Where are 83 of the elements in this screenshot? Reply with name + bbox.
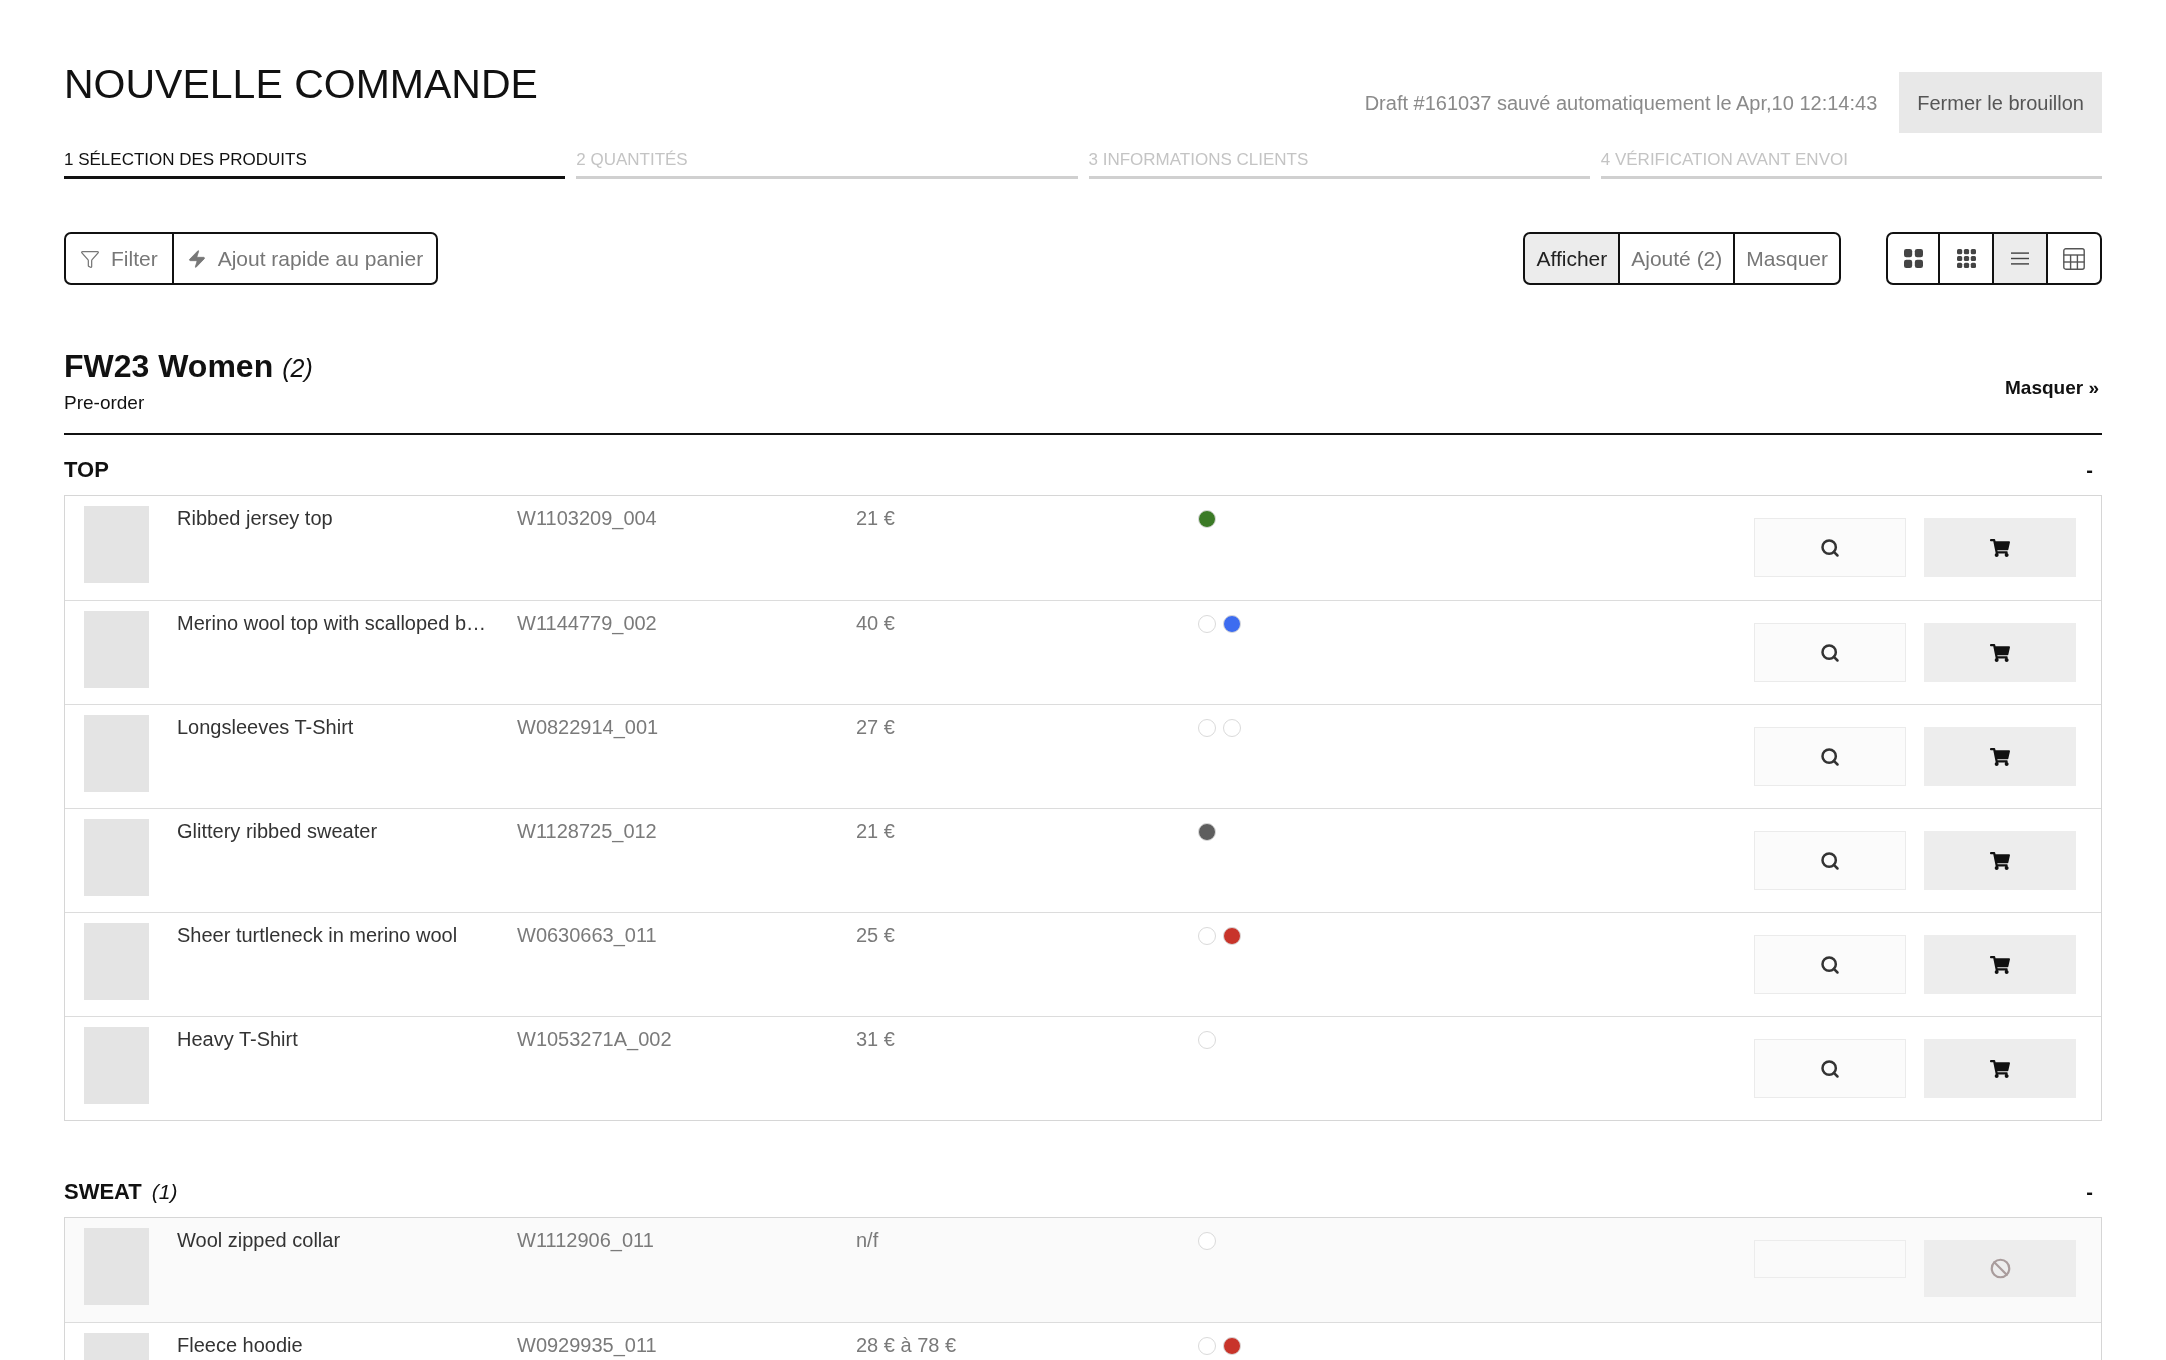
color-swatch-icon[interactable]	[1223, 1337, 1241, 1355]
list-view-button[interactable]	[1994, 232, 2048, 285]
product-price: 27 €	[856, 715, 896, 739]
search-icon	[1820, 537, 1840, 558]
search-icon	[1820, 642, 1840, 663]
cart-icon	[1990, 643, 2010, 662]
product-sku: W1128725_012	[517, 819, 658, 843]
product-name: Fleece hoodie	[177, 1333, 304, 1357]
display-filter-tab[interactable]: Ajouté (2)	[1620, 232, 1736, 285]
search-icon	[1820, 1058, 1840, 1079]
color-swatch-icon[interactable]	[1198, 510, 1216, 528]
product-name: Merino wool top with scalloped b…	[177, 611, 488, 635]
cart-icon	[1990, 538, 2010, 557]
display-filter-tab[interactable]: Afficher	[1523, 232, 1621, 285]
close-draft-button[interactable]: Fermer le brouillon	[1899, 72, 2102, 133]
collapse-toggle[interactable]: -	[2086, 457, 2102, 483]
small-grid-icon	[1956, 249, 1976, 268]
color-swatch-icon[interactable]	[1223, 615, 1241, 633]
table-view-button[interactable]	[2048, 232, 2102, 285]
product-sku: W1103209_004	[517, 506, 658, 530]
table-icon	[2063, 247, 2085, 270]
product-price: 25 €	[856, 923, 896, 947]
large-grid-icon	[1903, 249, 1923, 268]
ban-icon	[1989, 1258, 2011, 1279]
product-sku: W0630663_011	[517, 923, 658, 947]
product-name: Heavy T-Shirt	[177, 1027, 299, 1051]
add-to-cart-button[interactable]	[1924, 623, 2076, 682]
collection-subtitle: Pre-order	[64, 392, 146, 414]
product-price: 31 €	[856, 1027, 896, 1051]
product-sku: W1053271A_002	[517, 1027, 673, 1051]
product-sku: W1112906_011	[517, 1228, 655, 1252]
product-price: 21 €	[856, 506, 896, 530]
add-to-cart-button[interactable]	[1924, 1039, 2076, 1098]
list-icon	[2011, 252, 2029, 265]
search-icon	[1820, 850, 1840, 871]
product-name: Ribbed jersey top	[177, 506, 334, 530]
cart-icon	[1990, 1059, 2010, 1078]
color-swatch-icon[interactable]	[1198, 615, 1216, 633]
add-to-cart-button[interactable]	[1924, 518, 2076, 577]
product-name: Sheer turtleneck in merino wool	[177, 923, 459, 947]
cart-icon	[1990, 955, 2010, 974]
large-grid-view-button[interactable]	[1886, 232, 1940, 285]
draft-status: Draft #161037 sauvé automatiquement le Apr,10 12:14:43	[1364, 90, 1878, 116]
color-swatch-icon[interactable]	[1198, 927, 1216, 945]
color-swatch-icon[interactable]	[1198, 1031, 1216, 1049]
category-title: TOP	[64, 457, 109, 483]
filter-icon	[80, 248, 100, 269]
category-count: (1)	[151, 1179, 178, 1205]
lightning-icon	[186, 248, 207, 269]
product-price: 21 €	[856, 819, 896, 843]
add-to-cart-button[interactable]	[1924, 727, 2076, 786]
product-name: Wool zipped collar	[177, 1228, 342, 1252]
small-grid-view-button[interactable]	[1940, 232, 1994, 285]
add-to-cart-button[interactable]	[1924, 831, 2076, 890]
product-price: n/f	[856, 1228, 880, 1252]
product-sku: W0929935_011	[517, 1333, 658, 1357]
color-swatch-icon[interactable]	[1223, 927, 1241, 945]
search-icon	[1820, 746, 1840, 767]
product-price: 28 € à 78 €	[856, 1333, 958, 1357]
cart-icon	[1990, 851, 2010, 870]
collection-count: (2)	[282, 356, 313, 381]
filter-button[interactable]: Filter	[64, 232, 174, 285]
hide-collection-link[interactable]: Masquer »	[2005, 377, 2099, 399]
color-swatch-icon[interactable]	[1198, 1337, 1216, 1355]
collection-title: FW23 Women	[64, 350, 274, 382]
category-title: SWEAT	[64, 1179, 142, 1205]
search-icon	[1820, 954, 1840, 975]
color-swatch-icon[interactable]	[1198, 823, 1216, 841]
product-name: Longsleeves T-Shirt	[177, 715, 355, 739]
step-tab[interactable]: 1 SÉLECTION DES PRODUITS	[64, 149, 566, 179]
cart-icon	[1990, 747, 2010, 766]
quick-add-button[interactable]: Ajout rapide au panier	[173, 232, 439, 285]
product-name: Glittery ribbed sweater	[177, 819, 379, 843]
display-filter-tab[interactable]: Masquer	[1735, 232, 1841, 285]
color-swatch-icon[interactable]	[1198, 719, 1216, 737]
color-swatch-icon[interactable]	[1198, 1232, 1216, 1250]
collapse-toggle[interactable]: -	[2086, 1179, 2102, 1205]
product-price: 40 €	[856, 611, 896, 635]
product-sku: W1144779_002	[517, 611, 658, 635]
add-to-cart-button[interactable]	[1924, 935, 2076, 994]
color-swatch-icon[interactable]	[1223, 719, 1241, 737]
product-sku: W0822914_001	[517, 715, 660, 739]
page-title: NOUVELLE COMMANDE	[64, 64, 538, 105]
